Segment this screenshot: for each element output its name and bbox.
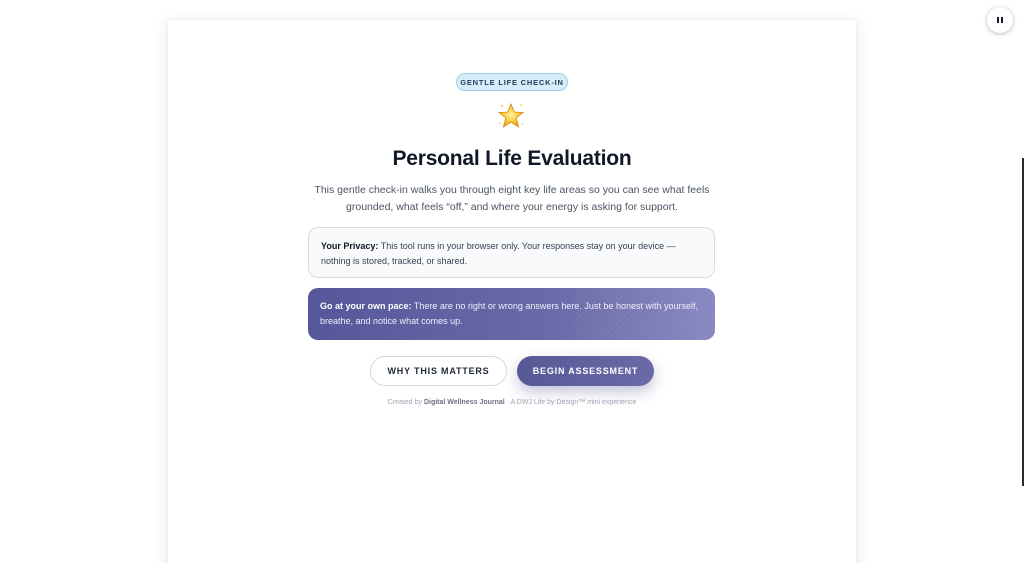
pace-notice: Go at your own pace: There are no right … [308,288,715,340]
footer-suffix: · A DWJ Life by Design™ mini experience [504,399,637,406]
footer-credit: Created by Digital Wellness Journal · A … [168,399,856,406]
begin-assessment-button[interactable]: BEGIN ASSESSMENT [517,356,654,386]
footer-brand: Digital Wellness Journal [423,399,505,406]
pause-button[interactable] [987,7,1013,33]
why-this-matters-button[interactable]: WHY THIS MATTERS [370,356,507,386]
intro-text: This gentle check-in walks you through e… [314,184,710,213]
check-in-badge: GENTLE LIFE CHECK-IN [456,73,568,91]
footer-prefix: Created by [387,399,424,406]
page-title: Personal Life Evaluation [392,147,632,170]
star-icon [497,102,525,128]
privacy-notice: Your Privacy: This tool runs in your bro… [308,227,715,278]
pause-icon [997,17,999,23]
privacy-label: Your Privacy: [321,241,379,251]
pace-label: Go at your own pace: [320,301,412,311]
pause-icon-bar [1001,17,1003,23]
pace-pattern [575,288,715,340]
